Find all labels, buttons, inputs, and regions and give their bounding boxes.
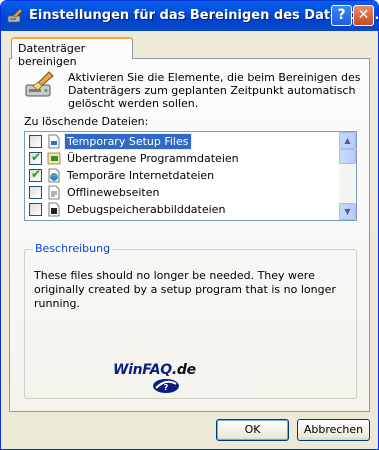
check-mark-icon: ✔ [31, 150, 42, 164]
list-item[interactable]: ✔ Temporäre Internetdateien [25, 167, 340, 184]
list-item[interactable]: Offlinewebseiten [25, 184, 340, 201]
files-list-label: Zu löschende Dateien: [24, 115, 149, 128]
settings-dialog: Einstellungen für das Bereinigen des Dat… [0, 0, 379, 450]
debug-dump-icon [48, 202, 60, 217]
file-icon [48, 134, 60, 149]
logo-swoosh-icon: ? [153, 379, 179, 393]
list-item-label: Debugspeicherabbilddateien [67, 203, 226, 216]
title-bar[interactable]: Einstellungen für das Bereinigen des Dat… [1, 1, 378, 31]
winfaq-logo: WinFAQ.de ? [113, 362, 223, 396]
list-item-label: Offlinewebseiten [67, 186, 160, 199]
disk-cleanup-large-icon [25, 71, 54, 97]
list-item[interactable]: Temporary Setup Files [25, 133, 340, 150]
list-item-label: Temporary Setup Files [64, 133, 192, 150]
description-group: Beschreibung These files should no longe… [24, 242, 357, 399]
help-button[interactable]: ? [331, 5, 352, 26]
files-listbox[interactable]: Temporary Setup Files ✔ Übertragene Prog… [24, 131, 357, 221]
internet-files-icon [48, 168, 60, 183]
list-item[interactable]: Debugspeicherabbilddateien [25, 201, 340, 218]
offline-pages-icon [48, 185, 60, 200]
disk-cleanup-icon [7, 8, 23, 23]
cancel-button[interactable]: Abbrechen [297, 419, 370, 441]
scroll-up-icon[interactable]: ▲ [339, 132, 356, 149]
description-title: Beschreibung [33, 242, 113, 255]
ok-button[interactable]: OK [216, 419, 289, 441]
scroll-thumb[interactable] [339, 149, 356, 164]
logo-text-suffix: .de [171, 362, 196, 378]
description-text: These files should no longer be needed. … [34, 269, 336, 310]
checkbox[interactable] [29, 135, 42, 148]
list-item[interactable]: ✔ Übertragene Programmdateien [25, 150, 340, 167]
checkbox[interactable] [29, 203, 42, 216]
list-item-label: Übertragene Programmdateien [67, 152, 239, 165]
program-files-icon [47, 152, 61, 165]
window-title: Einstellungen für das Bereinigen des Dat… [29, 8, 379, 23]
svg-text:?: ? [164, 383, 169, 392]
check-mark-icon: ✔ [31, 167, 42, 181]
checkbox[interactable]: ✔ [29, 167, 42, 182]
close-button[interactable]: ✕ [353, 5, 374, 26]
scroll-down-icon[interactable]: ▼ [339, 203, 356, 220]
list-item-label: Temporäre Internetdateien [67, 169, 215, 182]
checkbox[interactable]: ✔ [29, 150, 42, 165]
intro-text: Aktivieren Sie die Elemente, die beim Be… [68, 71, 361, 110]
checkbox[interactable] [29, 186, 42, 199]
logo-text-main: WinFAQ [113, 362, 172, 378]
vertical-scrollbar[interactable]: ▲ ▼ [339, 132, 356, 220]
tab-disk-cleanup[interactable]: Datenträger bereinigen [11, 37, 133, 68]
tab-panel: Aktivieren Sie die Elemente, die beim Be… [9, 58, 370, 412]
